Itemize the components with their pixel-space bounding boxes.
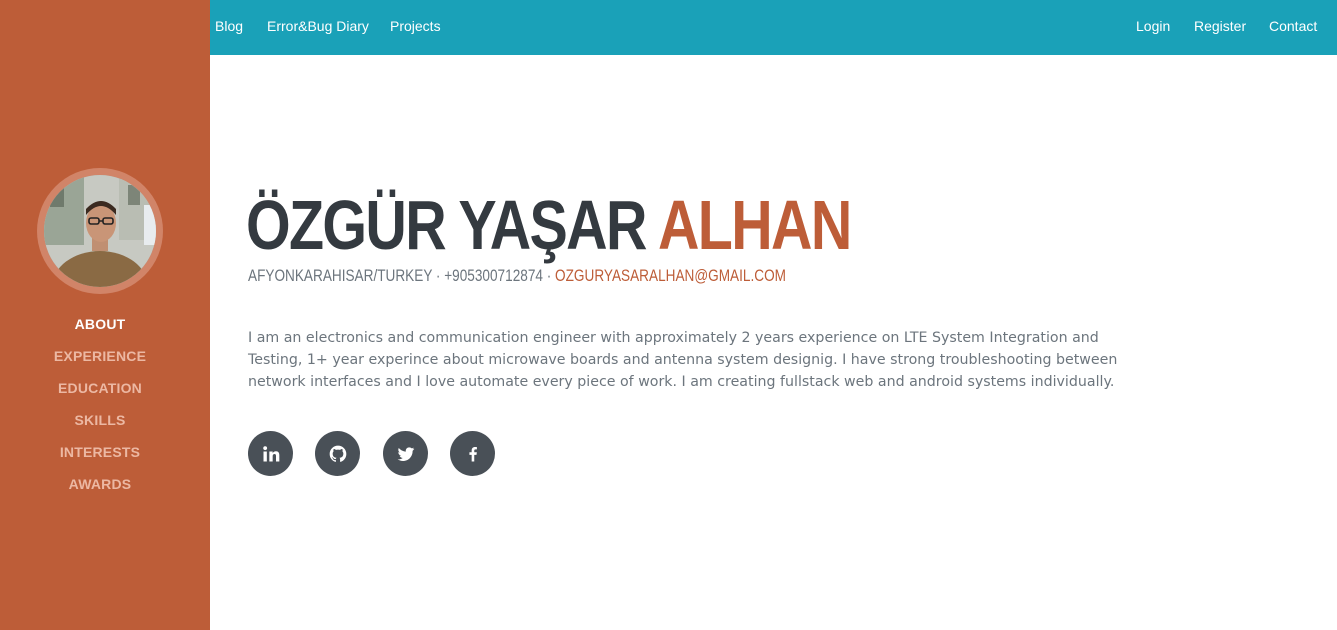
nav-link-login[interactable]: Login — [1136, 18, 1170, 34]
sidebar-item-education[interactable]: EDUCATION — [0, 378, 200, 410]
github-icon — [329, 445, 346, 462]
facebook-button[interactable] — [450, 431, 495, 476]
contact-line: AFYONKARAHISAR/TURKEY · +905300712874 · … — [248, 266, 786, 286]
profile-photo — [44, 175, 156, 287]
nav-link-contact[interactable]: Contact — [1269, 18, 1317, 34]
top-navbar: Blog Error&Bug Diary Projects Login Regi… — [210, 0, 1337, 55]
nav-link-blog[interactable]: Blog — [215, 18, 243, 34]
linkedin-button[interactable] — [248, 431, 293, 476]
sidebar-item-awards[interactable]: AWARDS — [0, 474, 200, 506]
phone-text: +905300712874 — [444, 266, 543, 285]
location-text: AFYONKARAHISAR/TURKEY — [248, 266, 433, 285]
twitter-button[interactable] — [383, 431, 428, 476]
sidebar-item-about[interactable]: ABOUT — [0, 314, 200, 346]
nav-link-register[interactable]: Register — [1194, 18, 1246, 34]
nav-link-error-bug-diary[interactable]: Error&Bug Diary — [267, 18, 369, 34]
bio-paragraph: I am an electronics and communication en… — [248, 330, 1118, 390]
nav-link-projects[interactable]: Projects — [390, 18, 441, 34]
first-names: ÖZGÜR YAŞAR — [246, 186, 647, 264]
page-title: ÖZGÜR YAŞAR ALHAN — [246, 180, 852, 270]
email-link[interactable]: OZGURYASARALHAN@GMAIL.COM — [555, 266, 786, 285]
profile-avatar-link[interactable] — [37, 168, 163, 294]
github-button[interactable] — [315, 431, 360, 476]
last-name: ALHAN — [657, 186, 852, 264]
linkedin-icon — [262, 445, 279, 461]
separator: · — [432, 266, 445, 285]
separator: · — [542, 266, 556, 285]
sidebar-item-experience[interactable]: EXPERIENCE — [0, 346, 200, 378]
facebook-icon — [468, 446, 477, 461]
twitter-icon — [397, 446, 414, 461]
sidebar-item-skills[interactable]: SKILLS — [0, 410, 200, 442]
sidebar: ABOUT EXPERIENCE EDUCATION SKILLS INTERE… — [0, 0, 210, 630]
sidebar-menu: ABOUT EXPERIENCE EDUCATION SKILLS INTERE… — [0, 314, 200, 506]
sidebar-item-interests[interactable]: INTERESTS — [0, 442, 200, 474]
avatar — [44, 175, 156, 287]
